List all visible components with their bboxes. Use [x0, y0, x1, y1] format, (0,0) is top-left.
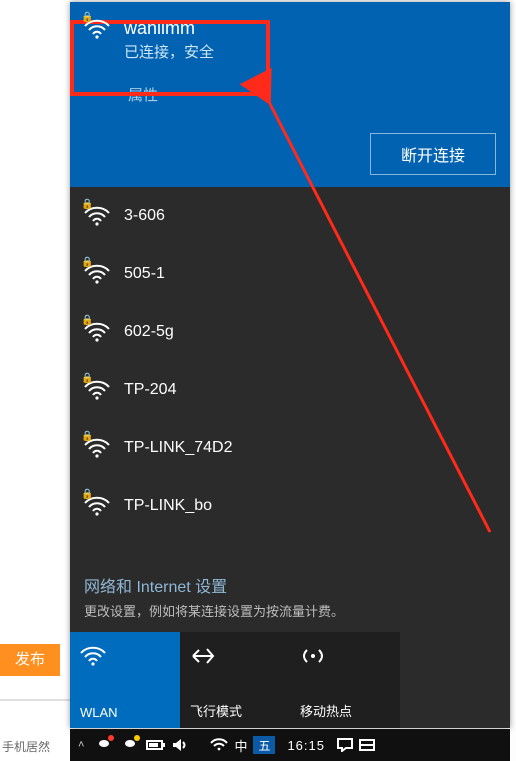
- tray-volume-icon[interactable]: [172, 729, 188, 761]
- tray-ime-lang[interactable]: 中: [234, 729, 247, 761]
- connected-network-block[interactable]: 🔒 wanlimm 已连接，安全 属性 断开连接: [70, 2, 510, 187]
- wifi-icon: [80, 642, 170, 670]
- wifi-secured-icon: 🔒: [84, 379, 110, 401]
- wifi-secured-icon: 🔒: [84, 495, 110, 517]
- wifi-secured-icon: 🔒: [84, 437, 110, 459]
- wifi-secured-icon: 🔒: [84, 18, 110, 40]
- network-item[interactable]: 🔒 602-5g: [70, 303, 510, 361]
- lock-icon: 🔒: [81, 257, 93, 268]
- tray-battery-icon[interactable]: [146, 729, 166, 761]
- tray-unknown-icon[interactable]: [359, 729, 375, 761]
- network-flyout: 🔒 wanlimm 已连接，安全 属性 断开连接 🔒 3-606 🔒 505-1 🔒 60…: [70, 2, 510, 728]
- tray-qq-icon-1[interactable]: [94, 729, 114, 761]
- publish-button[interactable]: 发布: [0, 644, 60, 676]
- settings-title[interactable]: 网络和 Internet 设置: [84, 573, 496, 597]
- wifi-secured-icon: 🔒: [84, 321, 110, 343]
- quick-action-tiles: WLAN 飞行模式 移动热点: [70, 632, 510, 728]
- tray-ime-mode[interactable]: 五: [253, 736, 275, 754]
- settings-subtitle: 更改设置，例如将某连接设置为按流量计费。: [84, 601, 496, 620]
- connected-status: 已连接，安全: [124, 41, 214, 62]
- tile-hotspot[interactable]: 移动热点: [290, 632, 400, 728]
- properties-link[interactable]: 属性: [128, 84, 496, 105]
- wifi-secured-icon: 🔒: [84, 263, 110, 285]
- lock-icon: 🔒: [81, 431, 93, 442]
- tray-network-icon[interactable]: [210, 729, 228, 761]
- available-networks-list: 🔒3-606🔒505-1🔒602-5g🔒TP-204🔒TP-LINK_74D2🔒…: [70, 187, 510, 567]
- tile-airplane-label: 飞行模式: [190, 701, 280, 720]
- tray-action-center-icon[interactable]: [337, 729, 353, 761]
- network-settings-block[interactable]: 网络和 Internet 设置 更改设置，例如将某连接设置为按流量计费。: [70, 567, 510, 632]
- network-ssid: TP-204: [124, 381, 176, 399]
- network-item[interactable]: 🔒 3-606: [70, 187, 510, 245]
- taskbar: ˄ 中 五 16:15: [70, 729, 510, 761]
- lock-icon: 🔒: [81, 315, 93, 326]
- network-item[interactable]: 🔒 TP-204: [70, 361, 510, 419]
- network-ssid: 602-5g: [124, 323, 174, 341]
- network-ssid: 3-606: [124, 207, 165, 225]
- network-ssid: TP-LINK_bo: [124, 497, 212, 515]
- network-item[interactable]: 🔒 TP-LINK_bo: [70, 477, 510, 535]
- tile-wlan-label: WLAN: [80, 705, 170, 720]
- left-strip-divider: [0, 699, 70, 701]
- hotspot-icon: [300, 642, 390, 670]
- page-teaser-text: 手机居然: [2, 738, 50, 755]
- lock-icon: 🔒: [81, 489, 93, 500]
- lock-icon: 🔒: [81, 373, 93, 384]
- tile-wlan[interactable]: WLAN: [70, 632, 180, 728]
- lock-icon: 🔒: [81, 12, 93, 23]
- disconnect-button[interactable]: 断开连接: [370, 133, 496, 175]
- tile-hotspot-label: 移动热点: [300, 701, 390, 720]
- network-ssid: TP-LINK_74D2: [124, 439, 233, 457]
- tile-airplane[interactable]: 飞行模式: [180, 632, 290, 728]
- network-item[interactable]: 🔒 TP-LINK_74D2: [70, 419, 510, 477]
- tray-qq-icon-2[interactable]: [120, 729, 140, 761]
- tray-clock[interactable]: 16:15: [281, 729, 331, 761]
- tray-overflow-chevron[interactable]: ˄: [74, 729, 88, 761]
- network-ssid: 505-1: [124, 265, 165, 283]
- airplane-icon: [190, 642, 280, 670]
- connected-ssid: wanlimm: [124, 18, 214, 39]
- lock-icon: 🔒: [81, 199, 93, 210]
- network-item[interactable]: 🔒 505-1: [70, 245, 510, 303]
- wifi-secured-icon: 🔒: [84, 205, 110, 227]
